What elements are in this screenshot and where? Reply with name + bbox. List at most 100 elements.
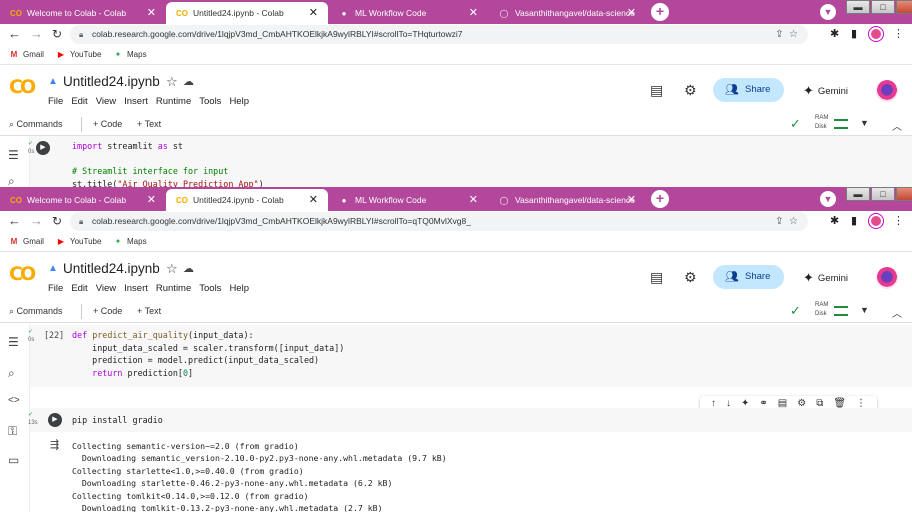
menu-tools[interactable]: Tools — [199, 283, 221, 294]
share-button[interactable]: 👥︎ Share — [713, 78, 784, 102]
cell-code[interactable]: def predict_air_quality(input_data): inp… — [72, 329, 344, 379]
toc-icon[interactable]: ☰ — [8, 335, 19, 349]
menu-view[interactable]: View — [96, 96, 116, 107]
tab-search-chevron-icon[interactable]: ▼ — [820, 191, 836, 207]
bookmark-gmail[interactable]: M Gmail — [9, 237, 44, 246]
tab-search-chevron-icon[interactable]: ▼ — [820, 4, 836, 20]
tab-welcome[interactable]: CO Welcome to Colab - Colab ✕ — [0, 2, 166, 24]
code-cell[interactable]: ✓ 0s ▶ import streamlit as st # Streamli… — [28, 136, 912, 187]
files-folder-icon[interactable]: ▭ — [8, 453, 19, 467]
colab-logo[interactable]: CO — [9, 263, 36, 285]
url-input[interactable]: 🔒︎ colab.research.google.com/drive/1lqjp… — [70, 212, 808, 231]
cloud-icon[interactable]: ☁ — [183, 75, 194, 88]
share-button[interactable]: 👥︎ Share — [713, 265, 784, 289]
settings-gear-icon[interactable]: ⚙ — [684, 82, 697, 99]
gemini-button[interactable]: ✦ Gemini — [803, 270, 848, 286]
gemini-button[interactable]: ✦ Gemini — [803, 83, 848, 99]
bookmark-youtube[interactable]: ▶ YouTube — [56, 237, 102, 246]
run-cell-button[interactable]: ▶ — [36, 141, 50, 155]
add-code-button[interactable]: + Code — [93, 306, 122, 316]
find-icon[interactable]: ⌕ — [8, 174, 15, 187]
menu-edit[interactable]: Edit — [71, 96, 87, 107]
forward-arrow-icon[interactable]: → — [30, 213, 43, 229]
close-window-icon[interactable]: ✕ — [896, 0, 912, 14]
secrets-key-icon[interactable]: ⚿ — [8, 424, 17, 439]
sidepanel-icon[interactable]: ▮ — [851, 27, 857, 40]
menu-edit[interactable]: Edit — [71, 283, 87, 294]
share-star-icons[interactable]: ⇪ ☆ — [775, 25, 798, 44]
maximize-icon[interactable]: □ — [871, 0, 895, 14]
back-arrow-icon[interactable]: ← — [8, 213, 21, 229]
collapse-chevron-icon[interactable]: ︿ — [892, 118, 902, 133]
tab-untitled24[interactable]: CO Untitled24.ipynb - Colab ✕ — [166, 189, 328, 211]
site-info-icon[interactable]: 🔒︎ — [79, 212, 83, 231]
tab-close-icon[interactable]: ✕ — [627, 6, 636, 20]
add-text-button[interactable]: + Text — [137, 306, 161, 316]
code-cell-pip[interactable]: ↑ ↓ ✦ ⚭ ▤ ⚙ ⧉ 🗑︎ ⋮ ✓ 13s ▶ pip install g… — [28, 396, 912, 512]
colab-logo[interactable]: CO — [9, 76, 36, 98]
bookmark-youtube[interactable]: ▶ YouTube — [56, 50, 102, 59]
tab-close-icon[interactable]: ✕ — [147, 193, 156, 207]
cell-code[interactable]: pip install gradio — [72, 414, 163, 427]
settings-gear-icon[interactable]: ⚙ — [684, 269, 697, 286]
tab-close-icon[interactable]: ✕ — [309, 193, 318, 207]
menu-help[interactable]: Help — [229, 96, 249, 107]
cloud-icon[interactable]: ☁ — [183, 262, 194, 275]
extensions-icon[interactable]: ✱ — [830, 214, 839, 227]
menu-insert[interactable]: Insert — [124, 96, 148, 107]
close-window-icon[interactable]: ✕ — [896, 187, 912, 201]
menu-view[interactable]: View — [96, 283, 116, 294]
new-tab-button[interactable]: + — [651, 3, 669, 21]
tab-ml-workflow[interactable]: ● ML Workflow Code ✕ — [328, 2, 488, 24]
tab-welcome[interactable]: CO Welcome to Colab - Colab ✕ — [0, 189, 166, 211]
back-arrow-icon[interactable]: ← — [8, 26, 21, 42]
minimize-icon[interactable]: ▬ — [846, 187, 870, 201]
code-cell-predict[interactable]: ✓ 0s [22] def predict_air_quality(input_… — [28, 325, 912, 387]
sidepanel-icon[interactable]: ▮ — [851, 214, 857, 227]
profile-avatar[interactable] — [869, 27, 883, 41]
tab-untitled24[interactable]: CO Untitled24.ipynb - Colab ✕ — [166, 2, 328, 24]
new-tab-button[interactable]: + — [651, 190, 669, 208]
menu-runtime[interactable]: Runtime — [156, 283, 191, 294]
star-icon[interactable]: ☆ — [166, 261, 178, 277]
reload-icon[interactable]: ↻ — [52, 213, 62, 229]
star-icon[interactable]: ☆ — [166, 74, 178, 90]
collapse-chevron-icon[interactable]: ︿ — [892, 305, 902, 320]
menu-insert[interactable]: Insert — [124, 283, 148, 294]
bookmark-maps[interactable]: ✦ Maps — [113, 50, 147, 59]
menu-file[interactable]: File — [48, 283, 63, 294]
menu-help[interactable]: Help — [229, 283, 249, 294]
runtime-dropdown-icon[interactable]: ▼ — [860, 305, 869, 315]
add-text-button[interactable]: + Text — [137, 119, 161, 129]
add-code-button[interactable]: + Code — [93, 119, 122, 129]
reload-icon[interactable]: ↻ — [52, 26, 62, 42]
find-replace-icon[interactable]: ⌕ — [8, 366, 15, 381]
comments-icon[interactable]: ▤ — [650, 82, 663, 99]
forward-arrow-icon[interactable]: → — [30, 26, 43, 42]
comments-icon[interactable]: ▤ — [650, 269, 663, 286]
tab-close-icon[interactable]: ✕ — [469, 6, 478, 20]
user-avatar[interactable] — [876, 80, 898, 102]
runtime-dropdown-icon[interactable]: ▼ — [860, 118, 869, 128]
bookmark-gmail[interactable]: M Gmail — [9, 50, 44, 59]
menu-tools[interactable]: Tools — [199, 96, 221, 107]
run-cell-button[interactable]: ▶ — [48, 413, 62, 427]
notebook-title[interactable]: Untitled24.ipynb — [63, 261, 160, 276]
pip-input-area[interactable]: ✓ 13s ▶ pip install gradio — [28, 408, 912, 432]
commands-button[interactable]: ⌕ Commands — [9, 119, 63, 130]
extensions-icon[interactable]: ✱ — [830, 27, 839, 40]
bookmark-maps[interactable]: ✦ Maps — [113, 237, 147, 246]
commands-button[interactable]: ⌕ Commands — [9, 306, 63, 317]
tab-close-icon[interactable]: ✕ — [469, 193, 478, 207]
tab-close-icon[interactable]: ✕ — [147, 6, 156, 20]
tab-github[interactable]: ◯ Vasanthithangavel/data-science ✕ — [488, 189, 646, 211]
notebook-title[interactable]: Untitled24.ipynb — [63, 74, 160, 89]
tab-close-icon[interactable]: ✕ — [309, 6, 318, 20]
toc-icon[interactable]: ☰ — [8, 148, 19, 162]
minimize-icon[interactable]: ▬ — [846, 0, 870, 14]
menu-runtime[interactable]: Runtime — [156, 96, 191, 107]
user-avatar[interactable] — [876, 267, 898, 289]
site-info-icon[interactable]: 🔒︎ — [79, 25, 83, 44]
code-snippets-icon[interactable]: <> — [8, 395, 20, 406]
tab-ml-workflow[interactable]: ● ML Workflow Code ✕ — [328, 189, 488, 211]
